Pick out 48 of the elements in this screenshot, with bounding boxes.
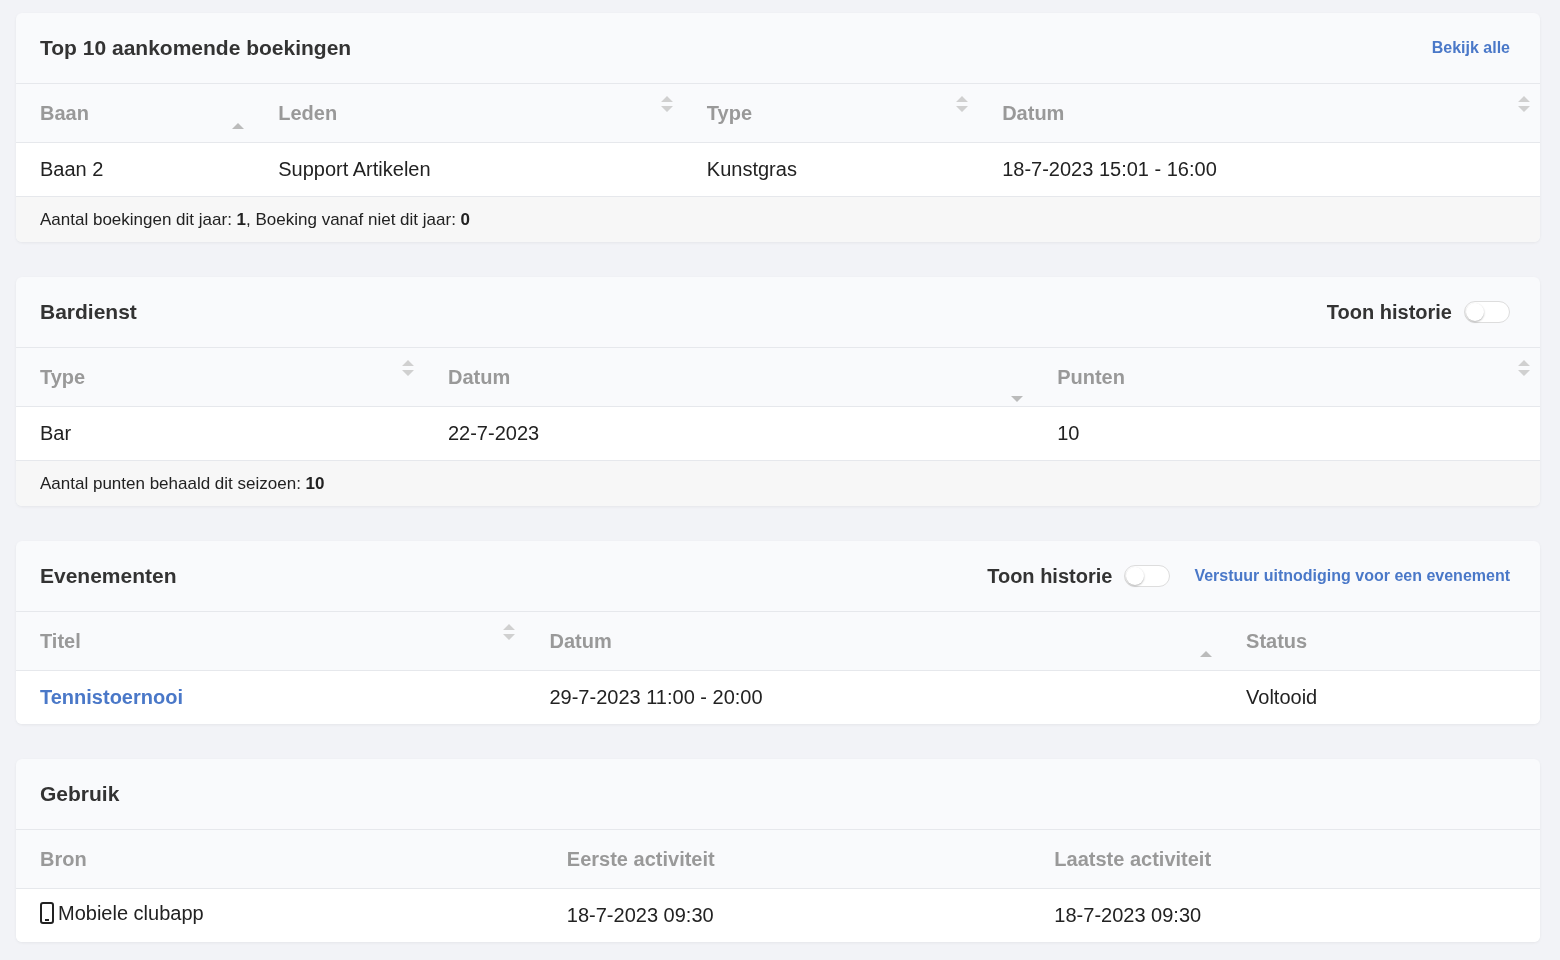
header-link[interactable]: Bekijk alle [1431,39,1510,57]
column-header: Status [1222,612,1540,671]
sort-icon[interactable] [1518,96,1530,112]
column-header[interactable]: Leden [254,84,683,143]
table-cell: 22-7-2023 [447,422,540,444]
sort-up-icon[interactable] [1200,650,1213,658]
sort-icon[interactable] [401,360,414,376]
table-cell: Kunstgras [706,158,797,180]
sort-icon[interactable] [1518,360,1530,376]
toggle-label: Toon historie [987,564,1113,588]
column-header[interactable]: Datum [423,348,1034,407]
source-text: Mobiele clubapp [58,901,204,925]
sort-up-icon[interactable] [232,122,245,130]
summary-text: Aantal boekingen dit jaar: 1, Boeking vanaf niet dit jaar: 0 [16,196,1540,242]
table-cell: 18-7-2023 09:30 [566,904,714,926]
sort-icon[interactable] [660,96,673,112]
phone-icon [40,902,54,925]
sort-icon[interactable] [503,624,516,640]
event-link[interactable]: Tennistoernooi [40,686,183,708]
table-cell: 18-7-2023 15:01 - 16:00 [1002,158,1217,180]
toggle-switch[interactable] [1464,301,1510,323]
sort-down-icon[interactable] [1011,395,1024,403]
table-cell: Support Artikelen [278,158,431,180]
card-title: Gebruik [40,782,121,806]
column-header[interactable]: Datum [978,84,1540,143]
column-header: Bron [16,830,543,889]
table-cell: Bar [40,422,72,444]
table-cell: 10 [1057,422,1080,444]
column-header[interactable]: Punten [1033,348,1540,407]
summary-text: Aantal punten behaald dit seizoen: 10 [16,460,1540,506]
table-cell: Voltooid [1246,686,1318,708]
column-header: Laatste activiteit [1030,830,1540,889]
toggle-switch[interactable] [1124,565,1171,587]
toggle-label: Toon historie [1326,300,1452,324]
header-link[interactable]: Verstuur uitnodiging voor een evenement [1194,567,1510,585]
column-header: Eerste activiteit [542,830,1031,889]
column-header[interactable]: Type [682,84,979,143]
card-title: Bardienst [40,300,138,324]
column-header[interactable]: Titel [16,612,526,671]
table-cell: 29-7-2023 11:00 - 20:00 [549,686,763,708]
table-cell: 18-7-2023 09:30 [1054,904,1202,926]
column-header[interactable]: Type [16,348,424,407]
column-header[interactable]: Datum [525,612,1223,671]
card-title: Evenementen [40,564,178,588]
table-cell: Baan 2 [40,158,104,180]
column-header[interactable]: Baan [16,84,255,143]
sort-icon[interactable] [956,96,969,112]
card-title: Top 10 aankomende boekingen [40,36,353,60]
